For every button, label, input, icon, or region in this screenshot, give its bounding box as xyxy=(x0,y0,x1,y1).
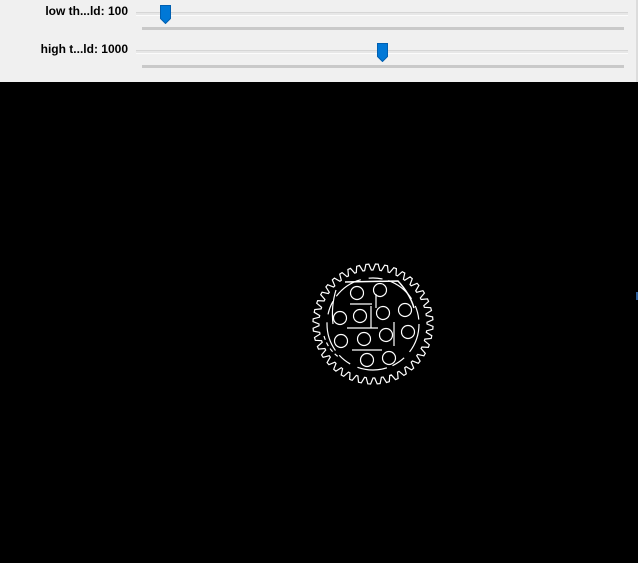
gear-edge-drawing xyxy=(312,263,434,385)
gear-outline-edges xyxy=(312,263,434,385)
low-threshold-track[interactable] xyxy=(136,12,628,16)
high-threshold-trackbar: high t...ld: 1000 xyxy=(0,38,636,74)
high-threshold-slider-thumb[interactable] xyxy=(377,43,388,62)
low-threshold-trackbar: low th...ld: 100 xyxy=(0,0,636,36)
slider-thumb-icon xyxy=(377,43,388,62)
slider-thumb-icon xyxy=(160,5,172,24)
canny-edge-output-image xyxy=(0,82,638,558)
high-threshold-label: high t...ld: 1000 xyxy=(40,42,128,56)
low-threshold-label: low th...ld: 100 xyxy=(45,4,128,18)
high-threshold-track-base xyxy=(142,65,624,68)
low-threshold-track-base xyxy=(142,27,624,30)
trackbar-panel: low th...ld: 100 high t...ld: 1000 xyxy=(0,0,638,82)
low-threshold-slider-thumb[interactable] xyxy=(160,5,172,24)
